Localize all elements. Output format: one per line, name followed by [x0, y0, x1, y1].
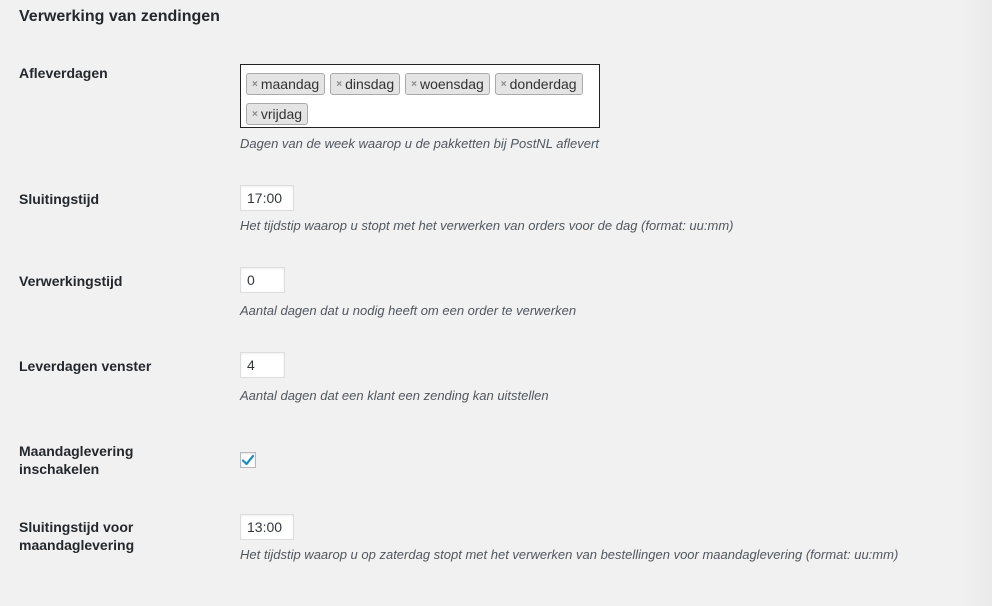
day-tag-label: donderdag	[509, 76, 577, 92]
remove-tag-icon[interactable]: ×	[252, 79, 258, 90]
delivery-window-input[interactable]	[240, 352, 285, 378]
delivery-window-field: Aantal dagen dat een klant een zending k…	[240, 352, 960, 406]
monday-closing-time-label: Sluitingstijd voor maandaglevering	[19, 518, 219, 554]
processing-time-field: Aantal dagen dat u nodig heeft om een or…	[240, 267, 960, 321]
monday-delivery-label-line1: Maandaglevering	[19, 443, 134, 459]
day-tag: × maandag	[246, 73, 326, 95]
remove-tag-icon[interactable]: ×	[336, 79, 342, 90]
monday-delivery-checkbox[interactable]	[240, 452, 256, 468]
closing-time-label: Sluitingstijd	[19, 191, 100, 207]
closing-time-field: Het tijdstip waarop u stopt met het verw…	[240, 185, 960, 236]
delivery-days-select[interactable]: × maandag × dinsdag × woensdag × donderdag × vrij…	[240, 64, 600, 128]
remove-tag-icon[interactable]: ×	[501, 79, 507, 90]
delivery-days-description: Dagen van de week waarop u de pakketten …	[240, 136, 599, 151]
monday-delivery-label: Maandaglevering inschakelen	[19, 442, 219, 478]
delivery-days-label: Afleverdagen	[19, 65, 108, 81]
remove-tag-icon[interactable]: ×	[252, 109, 258, 120]
monday-closing-time-label-line2: maandaglevering	[19, 537, 135, 553]
delivery-window-label: Leverdagen venster	[19, 358, 152, 374]
day-tag: × dinsdag	[330, 73, 401, 95]
day-tag: × donderdag	[494, 73, 583, 95]
remove-tag-icon[interactable]: ×	[411, 79, 417, 90]
checkmark-icon	[241, 454, 255, 466]
closing-time-input[interactable]	[240, 185, 294, 211]
day-tag: × vrijdag	[246, 103, 309, 125]
day-tag-label: vrijdag	[260, 106, 303, 122]
day-tag-label: woensdag	[419, 76, 484, 92]
scrollbar-track[interactable]	[960, 0, 992, 606]
day-tag-label: maandag	[260, 76, 320, 92]
section-title: Verwerking van zendingen	[19, 8, 220, 25]
monday-closing-time-field: Het tijdstip waarop u op zaterdag stopt …	[240, 514, 960, 565]
monday-closing-time-input[interactable]	[240, 514, 294, 540]
processing-time-description: Aantal dagen dat u nodig heeft om een or…	[240, 303, 577, 318]
delivery-days-field: × maandag × dinsdag × woensdag × donderdag × vrij…	[240, 64, 960, 154]
monday-delivery-field	[240, 452, 960, 468]
closing-time-description: Het tijdstip waarop u stopt met het verw…	[240, 218, 734, 233]
delivery-window-description: Aantal dagen dat een klant een zending k…	[240, 388, 549, 403]
day-tag-label: dinsdag	[345, 76, 395, 92]
monday-closing-time-description: Het tijdstip waarop u op zaterdag stopt …	[240, 547, 899, 562]
day-tag: × woensdag	[405, 73, 490, 95]
processing-time-label: Verwerkingstijd	[19, 273, 123, 289]
processing-time-input[interactable]	[240, 267, 285, 293]
monday-closing-time-label-line1: Sluitingstijd voor	[19, 519, 134, 535]
monday-delivery-label-line2: inschakelen	[19, 461, 100, 477]
